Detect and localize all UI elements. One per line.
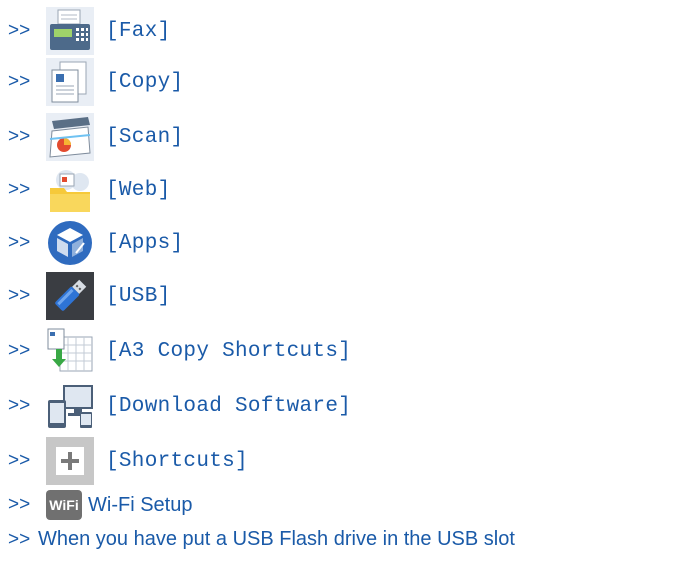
apps-link[interactable]: [Apps] xyxy=(106,232,183,255)
arrow-marker: >> xyxy=(8,528,31,550)
a3-copy-shortcuts-row: >> [A3 Copy Shortcuts] xyxy=(8,327,351,375)
apps-icon xyxy=(46,219,94,267)
copy-icon xyxy=(46,58,94,106)
scan-icon xyxy=(46,113,94,161)
scan-link[interactable]: [Scan] xyxy=(106,126,183,149)
web-link[interactable]: [Web] xyxy=(106,179,171,202)
web-icon xyxy=(46,166,94,214)
a3-copy-shortcuts-link[interactable]: [A3 Copy Shortcuts] xyxy=(106,340,351,363)
fax-row: >> [Fax] xyxy=(8,7,171,55)
arrow-marker: >> xyxy=(8,71,31,92)
shortcuts-link[interactable]: [Shortcuts] xyxy=(106,450,248,473)
arrow-marker: >> xyxy=(8,126,31,147)
usb-icon xyxy=(46,272,94,320)
arrow-marker: >> xyxy=(8,494,31,515)
usb-flash-drive-link[interactable]: When you have put a USB Flash drive in t… xyxy=(38,528,515,551)
arrow-marker: >> xyxy=(8,20,31,41)
arrow-marker: >> xyxy=(8,395,31,416)
usb-flash-row: >> When you have put a USB Flash drive i… xyxy=(8,528,515,551)
wifi-setup-link[interactable]: Wi-Fi Setup xyxy=(88,494,192,517)
shortcuts-row: >> [Shortcuts] xyxy=(8,437,248,485)
a3-copy-shortcuts-icon xyxy=(46,327,94,375)
arrow-marker: >> xyxy=(8,179,31,200)
arrow-marker: >> xyxy=(8,232,31,253)
fax-link[interactable]: [Fax] xyxy=(106,20,171,43)
scan-row: >> [Scan] xyxy=(8,113,183,161)
arrow-marker: >> xyxy=(8,285,31,306)
usb-link[interactable]: [USB] xyxy=(106,285,171,308)
copy-row: >> [Copy] xyxy=(8,58,183,106)
copy-link[interactable]: [Copy] xyxy=(106,71,183,94)
wifi-setup-row: >> WiFi Wi-Fi Setup xyxy=(8,490,192,520)
arrow-marker: >> xyxy=(8,340,31,361)
apps-row: >> [Apps] xyxy=(8,219,183,267)
download-software-link[interactable]: [Download Software] xyxy=(106,395,351,418)
download-software-icon xyxy=(46,382,94,430)
plus-icon xyxy=(46,437,94,485)
fax-icon xyxy=(46,7,94,55)
web-row: >> [Web] xyxy=(8,166,171,214)
wifi-icon: WiFi xyxy=(46,490,82,520)
usb-row: >> [USB] xyxy=(8,272,171,320)
arrow-marker: >> xyxy=(8,450,31,471)
download-software-row: >> [Download Software] xyxy=(8,382,351,430)
